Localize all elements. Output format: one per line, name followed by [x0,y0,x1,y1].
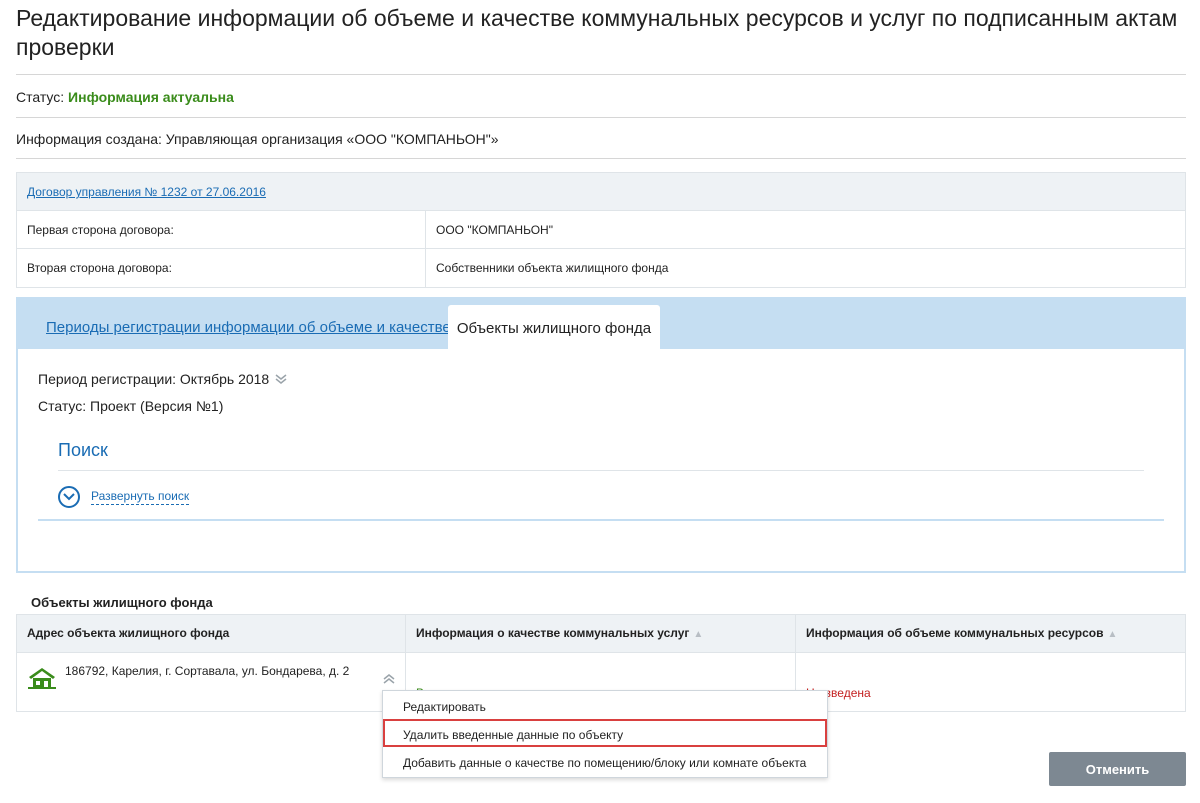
status-label: Статус: [16,89,65,105]
house-icon [27,666,57,690]
page-title: Редактирование информации об объеме и ка… [16,5,1178,60]
volume-status: Не введена [806,686,871,700]
status-value: Информация актуальна [68,89,234,105]
column-header-label: Информация о качестве коммунальных услуг [416,626,690,640]
sort-up-icon[interactable]: ▲ [693,629,703,640]
contract-row-label: Первая сторона договора: [17,211,426,248]
tabs-panel: Периоды регистрации информации об объеме… [16,297,1186,573]
contract-link[interactable]: Договор управления № 1232 от 27.06.2016 [27,185,266,199]
object-address: 186792, Карелия, г. Сортавала, ул. Бонда… [65,664,350,678]
cancel-button[interactable]: Отменить [1049,752,1186,786]
contract-row: Первая сторона договора: ООО "КОМПАНЬОН" [17,211,1185,249]
column-header-label: Адрес объекта жилищного фонда [27,626,230,640]
expand-search-button[interactable]: Развернуть поиск [58,486,190,508]
menu-item-add-quality-data[interactable]: Добавить данные о качестве по помещению/… [383,747,827,775]
status-line: Статус: Информация актуальна [16,89,234,105]
project-status: Статус: Проект (Версия №1) [38,398,224,414]
divider [16,74,1186,75]
contract-header: Договор управления № 1232 от 27.06.2016 [17,173,1185,211]
tab-housing-objects[interactable]: Объекты жилищного фонда [448,305,660,349]
expand-search-link[interactable]: Развернуть поиск [91,489,190,505]
table-header: Адрес объекта жилищного фонда Информация… [17,615,1185,653]
tabs-bar: Периоды регистрации информации об объеме… [18,299,1184,349]
divider [16,117,1186,118]
contract-row: Вторая сторона договора: Собственники об… [17,249,1185,287]
registration-period-text: Период регистрации: Октябрь 2018 [38,371,270,387]
contract-row-value: ООО "КОМПАНЬОН" [436,223,553,237]
column-header-volume[interactable]: Информация об объеме коммунальных ресурс… [796,615,1185,652]
address-cell: 186792, Карелия, г. Сортавала, ул. Бонда… [17,653,406,711]
objects-section-title: Объекты жилищного фонда [31,595,213,610]
menu-item-edit[interactable]: Редактировать [383,691,827,719]
volume-cell: Не введена [796,653,1185,711]
sort-up-icon[interactable]: ▲ [1107,629,1117,640]
double-chevron-down-icon[interactable] [275,373,287,386]
registration-period: Период регистрации: Октябрь 2018 [38,371,287,387]
contract-row-label: Вторая сторона договора: [17,249,426,287]
contract-table: Договор управления № 1232 от 27.06.2016 … [16,172,1186,288]
column-header-quality[interactable]: Информация о качестве коммунальных услуг… [406,615,796,652]
divider [58,470,1144,471]
context-menu: Редактировать Удалить введенные данные п… [382,690,828,778]
contract-row-value: Собственники объекта жилищного фонда [436,261,669,275]
tab-registration-periods[interactable]: Периоды регистрации информации об объеме… [46,319,451,336]
column-header-address[interactable]: Адрес объекта жилищного фонда [17,615,406,652]
menu-item-delete-data[interactable]: Удалить введенные данные по объекту [383,719,827,747]
divider [38,519,1164,521]
search-title: Поиск [58,440,108,460]
divider [16,158,1186,159]
column-header-label: Информация об объеме коммунальных ресурс… [806,626,1104,640]
double-chevron-up-icon[interactable] [383,673,395,686]
chevron-down-circle-icon[interactable] [58,486,80,508]
created-info: Информация создана: Управляющая организа… [16,131,499,147]
